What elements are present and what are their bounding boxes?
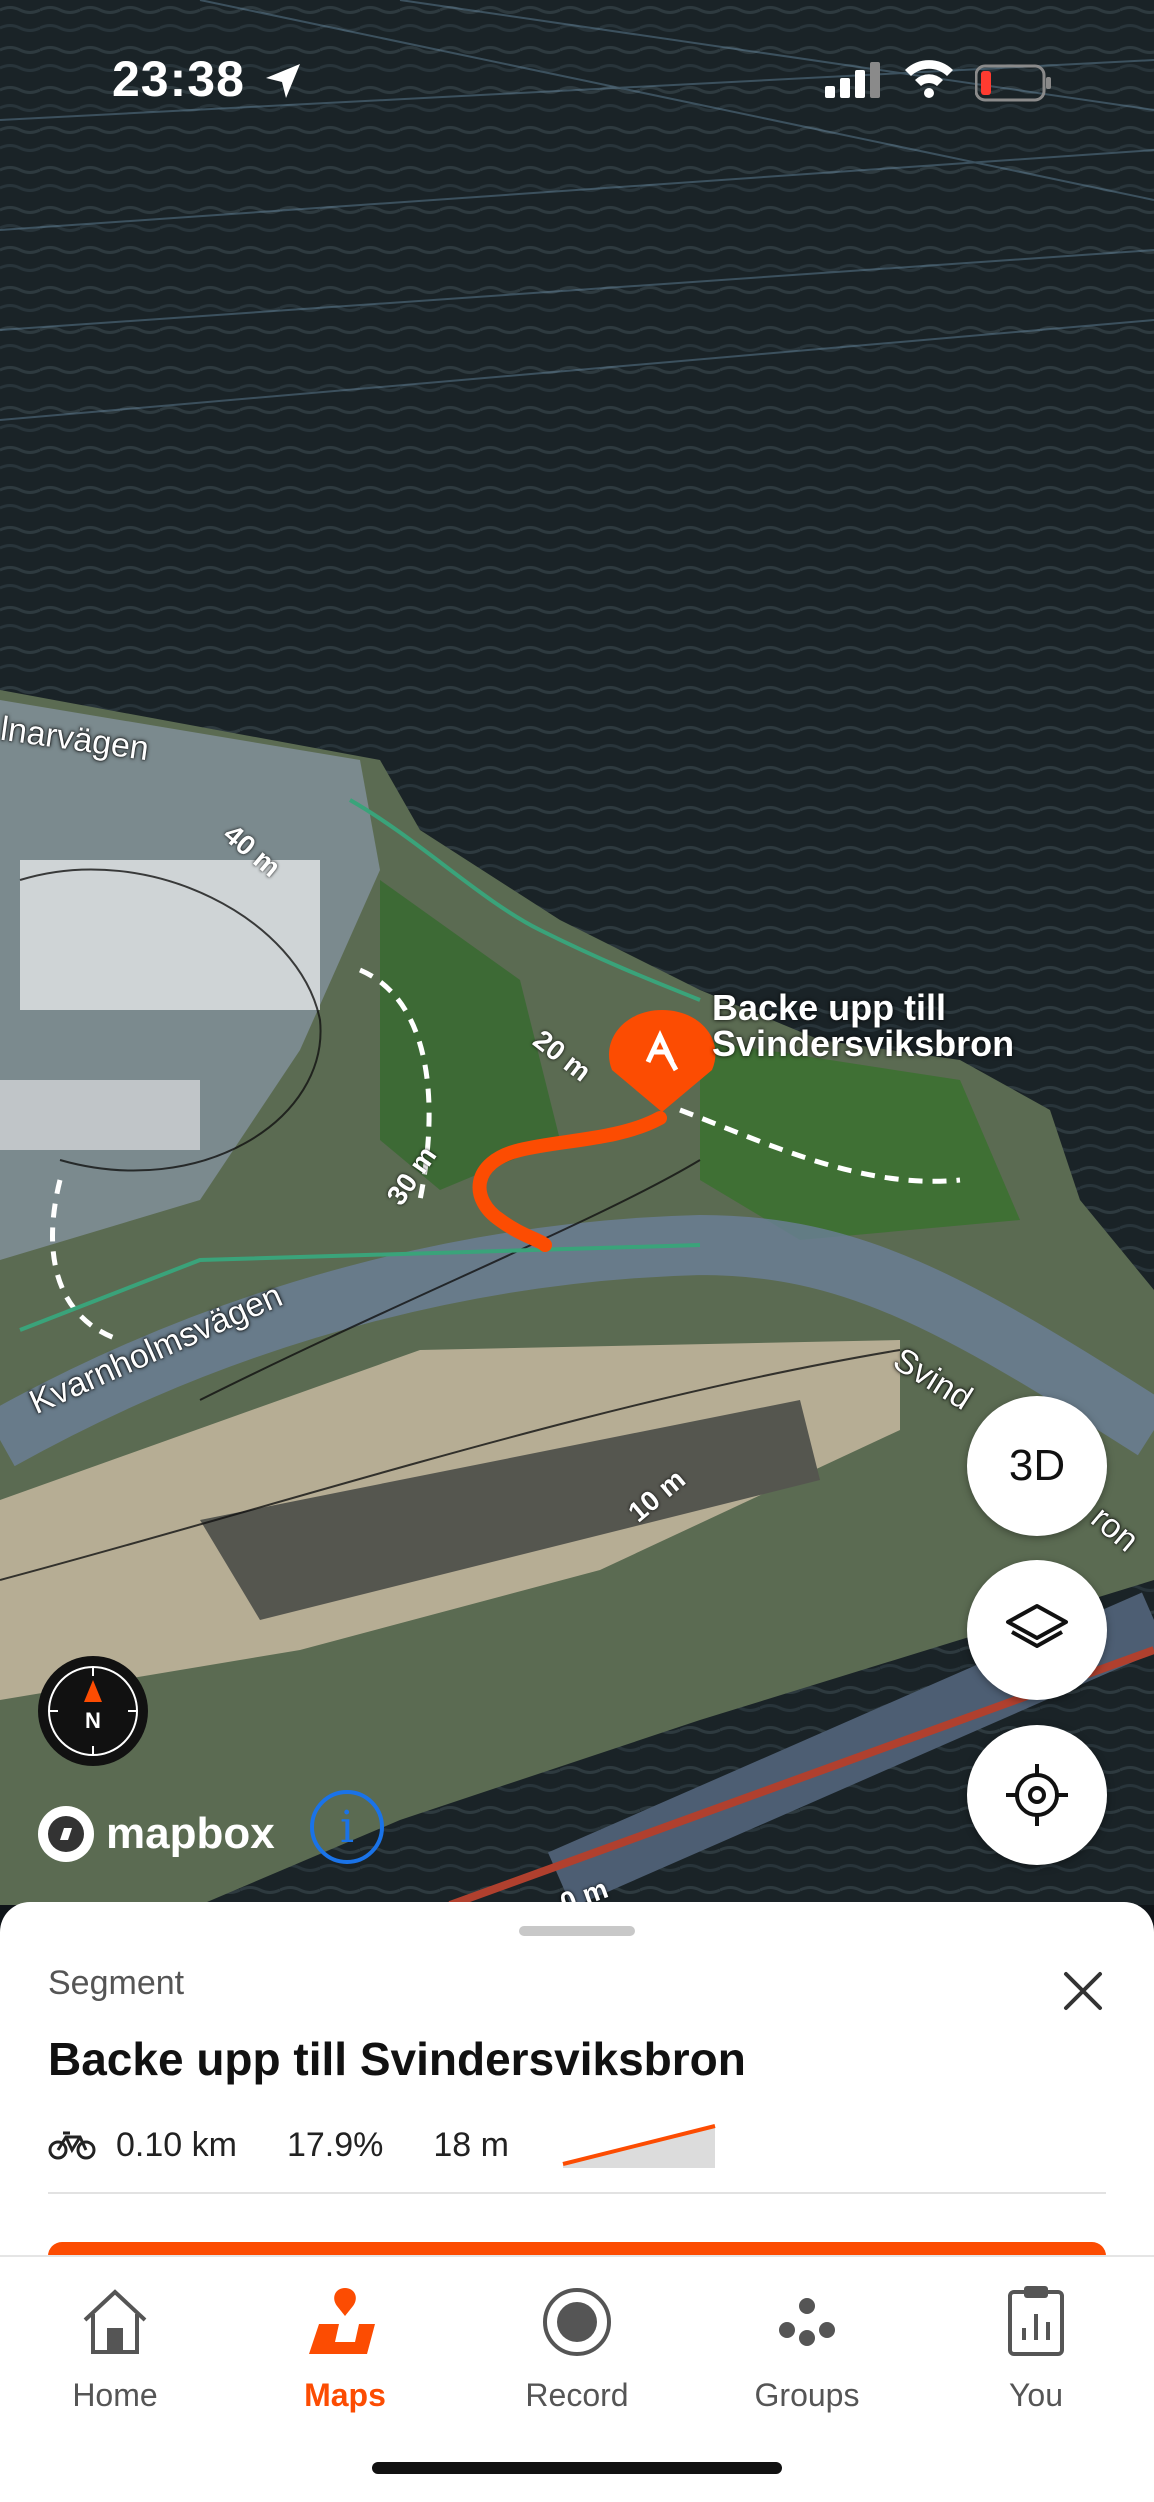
groups-icon: [779, 2298, 835, 2346]
segment-stats: 0.10 km 17.9% 18 m: [48, 2120, 719, 2170]
tab-label: Maps: [304, 2377, 386, 2413]
record-icon: [543, 2288, 611, 2356]
mapbox-attribution: mapbox: [38, 1806, 275, 1862]
battery-icon: [975, 64, 1051, 102]
elevation-profile-sparkline: [562, 2124, 716, 2168]
recenter-location-button[interactable]: [967, 1725, 1107, 1865]
maps-icon: [309, 2288, 375, 2354]
segment-marker-label[interactable]: Backe upp till Svindersviksbron: [712, 990, 1014, 1062]
segment-elevation: 18 m: [433, 2125, 509, 2164]
segment-marker-label-line1: Backe upp till: [712, 987, 947, 1028]
tab-label: Record: [525, 2377, 629, 2413]
tab-label: You: [1009, 2377, 1063, 2413]
tab-groups[interactable]: Groups: [707, 2277, 907, 2414]
layers-button[interactable]: [967, 1560, 1107, 1700]
location-arrow-icon: [266, 64, 300, 98]
status-time: 23:38: [112, 51, 245, 107]
tab-label: Groups: [754, 2377, 860, 2413]
crosshair-icon: [1006, 1764, 1068, 1826]
compass-icon: N: [48, 1666, 138, 1756]
3d-toggle-button[interactable]: 3D: [967, 1396, 1107, 1536]
map-info-button[interactable]: i: [310, 1790, 384, 1864]
segment-grade: 17.9%: [286, 2125, 384, 2164]
home-icon: [83, 2289, 147, 2354]
compass-letter: N: [85, 1708, 101, 1733]
segment-marker-label-line2: Svindersviksbron: [712, 1023, 1015, 1064]
mapbox-wordmark: mapbox: [106, 1809, 275, 1858]
segment-distance: 0.10 km: [116, 2125, 237, 2164]
wifi-icon: [905, 60, 953, 98]
tab-home[interactable]: Home: [15, 2277, 215, 2414]
sheet-drag-handle[interactable]: [519, 1926, 635, 1936]
segment-title: Backe upp till Svindersviksbron: [48, 2033, 746, 2085]
tab-record[interactable]: Record: [477, 2277, 677, 2414]
mapbox-logo-icon: [38, 1806, 94, 1862]
status-bar: 23:38: [0, 0, 1154, 140]
map-view[interactable]: 23:38 lnarvägen Kvarnholmsvägen Svind ro…: [0, 0, 1154, 1905]
layers-icon: [1006, 1604, 1068, 1648]
compass-button[interactable]: N: [38, 1656, 148, 1766]
close-icon[interactable]: [1058, 1966, 1108, 2016]
tab-maps[interactable]: Maps: [245, 2277, 445, 2414]
divider: [48, 2192, 1106, 2194]
segment-sheet[interactable]: Segment Backe upp till Svindersviksbron …: [0, 1902, 1154, 2272]
tab-you[interactable]: You: [936, 2277, 1136, 2414]
home-indicator[interactable]: [372, 2462, 782, 2474]
bike-icon: [48, 2131, 96, 2160]
sheet-kicker: Segment: [48, 1964, 185, 2002]
you-icon: [1008, 2286, 1064, 2356]
tab-label: Home: [72, 2377, 158, 2413]
cellular-signal-icon: [825, 62, 880, 98]
